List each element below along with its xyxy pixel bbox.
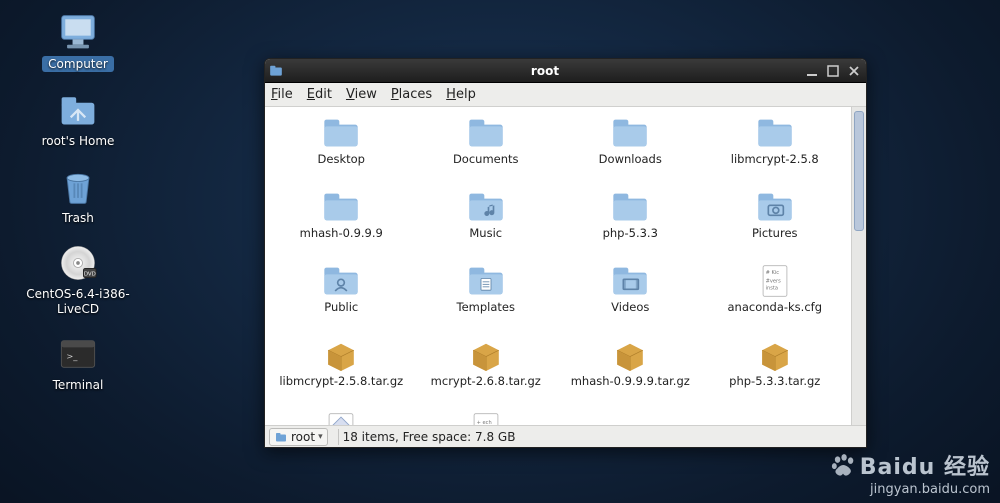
watermark: Baidu 经验 jingyan.baidu.com [830, 449, 990, 497]
file-label: php-5.3.3.tar.gz [729, 375, 820, 388]
scrollbar-thumb[interactable] [854, 111, 864, 231]
menu-file[interactable]: File [271, 87, 293, 102]
location-label: root [291, 430, 315, 444]
folder-icon [755, 115, 795, 151]
menu-places[interactable]: Places [391, 87, 432, 102]
terminal-icon: >_ [56, 334, 100, 374]
file-item[interactable]: mhash-0.9.9.9 [269, 187, 414, 255]
svg-text:#vers: #vers [765, 279, 781, 285]
package-icon [321, 337, 361, 373]
file-item[interactable]: # Kic #versinsta anaconda-ks.cfg [703, 261, 848, 329]
desktop-icon-label: root's Home [42, 134, 115, 148]
desktop-icon-label: CentOS-6.4-i386-LiveCD [18, 287, 138, 316]
desktop-icon-label: Trash [62, 211, 94, 225]
window-icon [265, 64, 287, 78]
svg-text:insta: insta [765, 286, 777, 292]
file-manager-window: root File Edit View Places Help Desktop Docum… [264, 58, 867, 448]
file-label: anaconda-ks.cfg [727, 301, 822, 314]
chevron-down-icon: ▾ [318, 432, 323, 442]
svg-text:DVD: DVD [84, 272, 96, 278]
file-label: mhash-0.9.9.9.tar.gz [571, 375, 690, 388]
folder-icon [610, 115, 650, 151]
file-item[interactable]: mhash-0.9.9.9.tar.gz [558, 335, 703, 403]
file-item[interactable]: mcrypt-2.6.8.tar.gz [414, 335, 559, 403]
folder-icon [321, 115, 361, 151]
menubar: File Edit View Places Help [265, 83, 866, 107]
status-text: 18 items, Free space: 7.8 GB [343, 430, 516, 444]
folder-public-icon [321, 263, 361, 299]
textfile-icon: # Kic #versinsta [755, 263, 795, 299]
folder-icon [610, 189, 650, 225]
location-button[interactable]: root ▾ [269, 428, 328, 446]
file-label: Music [469, 227, 502, 240]
file-label: Pictures [752, 227, 798, 240]
package-icon [466, 337, 506, 373]
statusbar-divider [338, 429, 339, 445]
statusbar: root ▾ 18 items, Free space: 7.8 GB [265, 425, 866, 447]
svg-text:# Kic: # Kic [765, 270, 779, 276]
folder-icon [466, 115, 506, 151]
file-item[interactable]: php-5.3.3 [558, 187, 703, 255]
file-item[interactable]: Templates [414, 261, 559, 329]
file-item[interactable]: Pictures [703, 187, 848, 255]
trash-icon [56, 167, 100, 207]
file-label: mhash-0.9.9.9 [300, 227, 383, 240]
paw-icon [830, 452, 856, 484]
desktop-icon-area: Computer root's Home Trash DVD CentOS-6.4-i3… [18, 12, 138, 410]
file-item[interactable]: libmcrypt-2.5.8.tar.gz [269, 335, 414, 403]
folder-video-icon [610, 263, 650, 299]
file-label: Desktop [318, 153, 365, 166]
menu-edit[interactable]: Edit [307, 87, 332, 102]
folder-icon [321, 189, 361, 225]
desktop-icon-roots-home[interactable]: root's Home [18, 90, 138, 148]
file-item[interactable]: libmcrypt-2.5.8 [703, 113, 848, 181]
folder-tmpl-icon [466, 263, 506, 299]
file-label: Public [324, 301, 358, 314]
file-label: mcrypt-2.6.8.tar.gz [431, 375, 541, 388]
watermark-url: jingyan.baidu.com [830, 482, 990, 497]
file-item[interactable]: Videos [558, 261, 703, 329]
desktop-icon-computer[interactable]: Computer [18, 12, 138, 72]
folder-pics-icon [755, 189, 795, 225]
watermark-brand: Baidu 经验 [860, 455, 990, 480]
file-item[interactable]: Public [269, 261, 414, 329]
maximize-button[interactable] [824, 63, 842, 79]
file-label: Downloads [599, 153, 662, 166]
file-label: Templates [457, 301, 515, 314]
folder-music-icon [466, 189, 506, 225]
file-item[interactable]: Documents [414, 113, 559, 181]
file-grid[interactable]: Desktop Documents Downloads libmcrypt-2.5.8… [265, 107, 851, 425]
home-icon [56, 90, 100, 130]
window-title: root [287, 64, 803, 78]
file-label: libmcrypt-2.5.8.tar.gz [279, 375, 403, 388]
disc-icon: DVD [56, 243, 100, 283]
minimize-button[interactable] [803, 63, 821, 79]
file-label: Documents [453, 153, 519, 166]
package-icon [755, 337, 795, 373]
file-label: Videos [611, 301, 649, 314]
menu-view[interactable]: View [346, 87, 377, 102]
svg-text:>_: >_ [66, 351, 78, 361]
file-item[interactable]: Desktop [269, 113, 414, 181]
desktop-icon-label: Computer [42, 56, 114, 72]
file-item[interactable]: php-5.3.3.tar.gz [703, 335, 848, 403]
desktop-icon-terminal[interactable]: >_ Terminal [18, 334, 138, 392]
file-label: php-5.3.3 [603, 227, 658, 240]
file-item[interactable]: Downloads [558, 113, 703, 181]
file-item[interactable]: Music [414, 187, 559, 255]
close-button[interactable] [845, 63, 863, 79]
desktop-icon-trash[interactable]: Trash [18, 167, 138, 225]
computer-icon [56, 12, 100, 52]
titlebar[interactable]: root [265, 59, 866, 83]
vertical-scrollbar[interactable] [851, 107, 866, 425]
logfile-icon: + ech+ ech [466, 411, 506, 425]
file-item[interactable]: + ech+ echpost-install.log [414, 409, 559, 425]
desktop-icon-label: Terminal [53, 378, 104, 392]
menu-help[interactable]: Help [446, 87, 476, 102]
package-icon [610, 337, 650, 373]
file-item[interactable]: post-install [269, 409, 414, 425]
desktop-icon-centos-livecd[interactable]: DVD CentOS-6.4-i386-LiveCD [18, 243, 138, 316]
file-label: libmcrypt-2.5.8 [731, 153, 819, 166]
script-icon [321, 411, 361, 425]
